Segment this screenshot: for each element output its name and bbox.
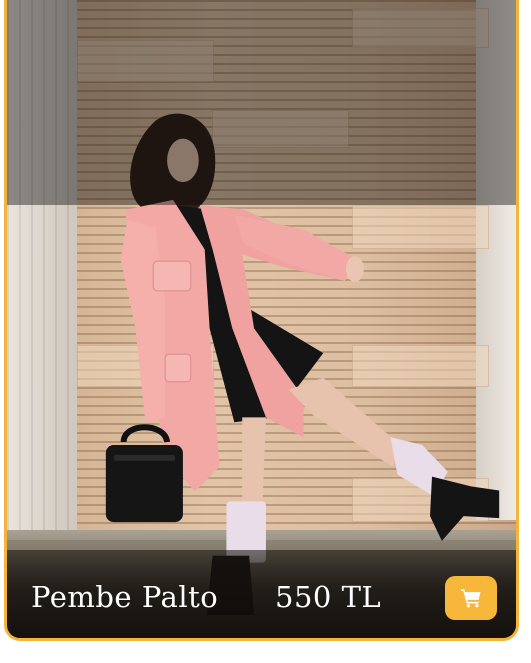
product-card[interactable]: Pembe Palto 550 TL (4, 0, 519, 641)
top-shade-overlay (7, 0, 516, 205)
product-price: 550 TL (275, 580, 382, 614)
product-name: Pembe Palto (31, 580, 219, 614)
add-to-cart-button[interactable] (445, 576, 497, 620)
shopping-cart-icon (461, 589, 481, 608)
product-info-bar: Pembe Palto 550 TL (7, 550, 516, 638)
